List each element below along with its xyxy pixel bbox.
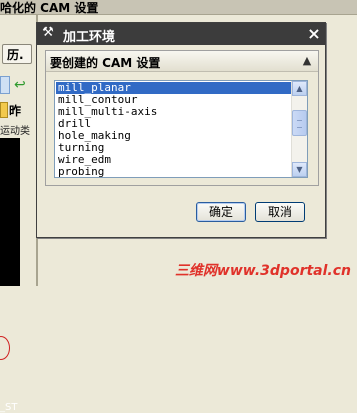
- scroll-thumb[interactable]: [292, 110, 307, 136]
- side-label: 昨: [9, 104, 22, 118]
- list-items: mill_planar mill_contour mill_multi-axis…: [56, 82, 292, 177]
- group-header[interactable]: 要创建的 CAM 设置 ▲: [46, 51, 318, 72]
- app-titlebar: 哈化的 CAM 设置: [0, 0, 357, 15]
- graphics-window[interactable]: _ST: [0, 138, 20, 413]
- watermark: 三维网www.3dportal.cn: [174, 263, 351, 279]
- dialog-titlebar[interactable]: ⚒ 加工环境 ×: [37, 23, 325, 45]
- cancel-button[interactable]: 取消: [255, 202, 305, 222]
- folder-icon: [0, 102, 8, 118]
- dropdown-button[interactable]: [0, 76, 10, 94]
- app-title: 哈化的 CAM 设置: [0, 1, 99, 15]
- list-item[interactable]: mill_multi-axis: [56, 106, 292, 118]
- wrench-icon: ⚒: [42, 25, 54, 40]
- group-label: 要创建的 CAM 设置: [50, 56, 161, 70]
- cam-setup-group: 要创建的 CAM 设置 ▲ mill_planar mill_contour m…: [45, 50, 319, 186]
- collapse-chevron-icon[interactable]: ▲: [298, 52, 316, 70]
- graphics-label: _ST: [0, 402, 18, 413]
- cam-environment-dialog: ⚒ 加工环境 × 要创建的 CAM 设置 ▲ mill_planar mill_…: [36, 22, 326, 238]
- back-arrow-icon[interactable]: ↩: [14, 78, 26, 92]
- close-button[interactable]: ×: [305, 25, 323, 43]
- grip-icon: [297, 120, 302, 128]
- scroll-up-icon[interactable]: ▲: [292, 81, 307, 96]
- curve-shape: [0, 336, 10, 360]
- history-tab[interactable]: 历.: [2, 44, 32, 64]
- side-label-motion: 运动类: [0, 126, 30, 137]
- ok-button[interactable]: 确定: [196, 202, 246, 222]
- vertical-scrollbar[interactable]: ▲ ▼: [291, 81, 307, 177]
- scroll-down-icon[interactable]: ▼: [292, 162, 307, 177]
- dialog-title: 加工环境: [63, 30, 116, 45]
- cam-setup-list[interactable]: mill_planar mill_contour mill_multi-axis…: [54, 80, 308, 178]
